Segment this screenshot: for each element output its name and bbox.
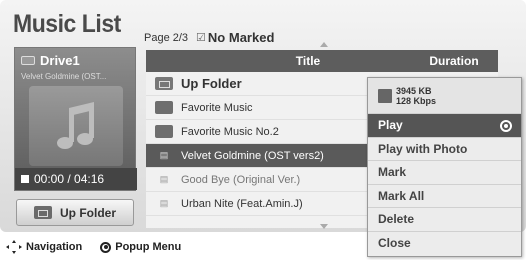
current-track-title: Velvet Goldmine (OST... <box>21 72 107 81</box>
selected-radio-icon <box>500 120 512 132</box>
page-info: Page 2/3 ☑ No Marked <box>144 30 274 45</box>
list-item-label: Urban Nite (Feat.Amin.J) <box>181 197 303 210</box>
check-icon: ☑ <box>196 32 206 44</box>
menu-item-label: Mark <box>378 165 407 180</box>
file-icon <box>378 88 392 103</box>
scroll-down-arrow-icon[interactable] <box>320 224 328 229</box>
scroll-up-arrow-icon[interactable] <box>320 42 328 47</box>
time-label: 00:00 / 04:16 <box>34 172 105 186</box>
menu-item-delete[interactable]: Delete <box>368 207 521 231</box>
up-folder-button-label: Up Folder <box>60 205 116 220</box>
menu-item-label: Play with Photo <box>378 141 468 156</box>
playback-time: 00:00 / 04:16 <box>15 168 137 190</box>
up-folder-icon <box>155 77 173 90</box>
column-duration: Duration <box>429 54 479 68</box>
page-indicator: Page 2/3 <box>144 31 189 44</box>
popup-menu: 3945 KB 128 Kbps Play Play with Photo Ma… <box>367 77 522 257</box>
marked-status: No Marked <box>207 30 275 45</box>
music-file-icon: ▤ <box>159 174 169 184</box>
list-item-label: Favorite Music No.2 <box>181 125 279 138</box>
drive-label: Drive1 <box>40 53 80 68</box>
list-item-label: Velvet Goldmine (OST vers2) <box>181 149 324 162</box>
column-title: Title <box>295 54 321 68</box>
navigation-arrows-icon <box>6 240 22 254</box>
up-folder-button[interactable]: Up Folder <box>16 199 134 226</box>
menu-item-label: Close <box>378 235 411 250</box>
file-bitrate: 128 Kbps <box>396 95 437 106</box>
folder-icon <box>155 125 173 138</box>
key-guide: Navigation Popup Menu <box>6 240 181 254</box>
file-info: 3945 KB 128 Kbps <box>368 78 521 113</box>
page-title: Music List <box>13 10 121 38</box>
folder-icon <box>155 101 173 114</box>
list-item-label: Good Bye (Original Ver.) <box>181 173 301 186</box>
ok-button-icon <box>100 241 112 253</box>
menu-item-close[interactable]: Close <box>368 230 521 255</box>
list-header: Title Duration <box>146 50 498 72</box>
file-size: 3945 KB <box>396 85 432 96</box>
list-item-label: Favorite Music <box>181 101 253 114</box>
music-note-icon <box>57 102 94 149</box>
usb-drive-icon <box>21 56 35 65</box>
menu-item-play[interactable]: Play <box>368 113 521 137</box>
drive-row: Drive1 <box>21 53 80 68</box>
menu-item-label: Mark All <box>378 188 425 203</box>
up-folder-icon <box>34 206 52 219</box>
now-playing-panel: Drive1 Velvet Goldmine (OST... 00:00 / 0… <box>14 47 137 191</box>
menu-item-mark[interactable]: Mark <box>368 160 521 184</box>
menu-item-play-with-photo[interactable]: Play with Photo <box>368 136 521 161</box>
menu-item-label: Delete <box>378 212 415 227</box>
menu-item-mark-all[interactable]: Mark All <box>368 183 521 208</box>
popup-menu-hint: Popup Menu <box>115 241 182 253</box>
album-art <box>29 86 123 166</box>
list-item-label: Up Folder <box>181 76 242 91</box>
music-file-icon: ▤ <box>159 198 169 208</box>
stop-icon <box>21 175 29 183</box>
music-file-icon: ▤ <box>159 150 169 160</box>
navigation-hint: Navigation <box>26 241 83 253</box>
menu-item-label: Play <box>378 118 403 133</box>
file-info-text: 3945 KB 128 Kbps <box>396 86 436 106</box>
